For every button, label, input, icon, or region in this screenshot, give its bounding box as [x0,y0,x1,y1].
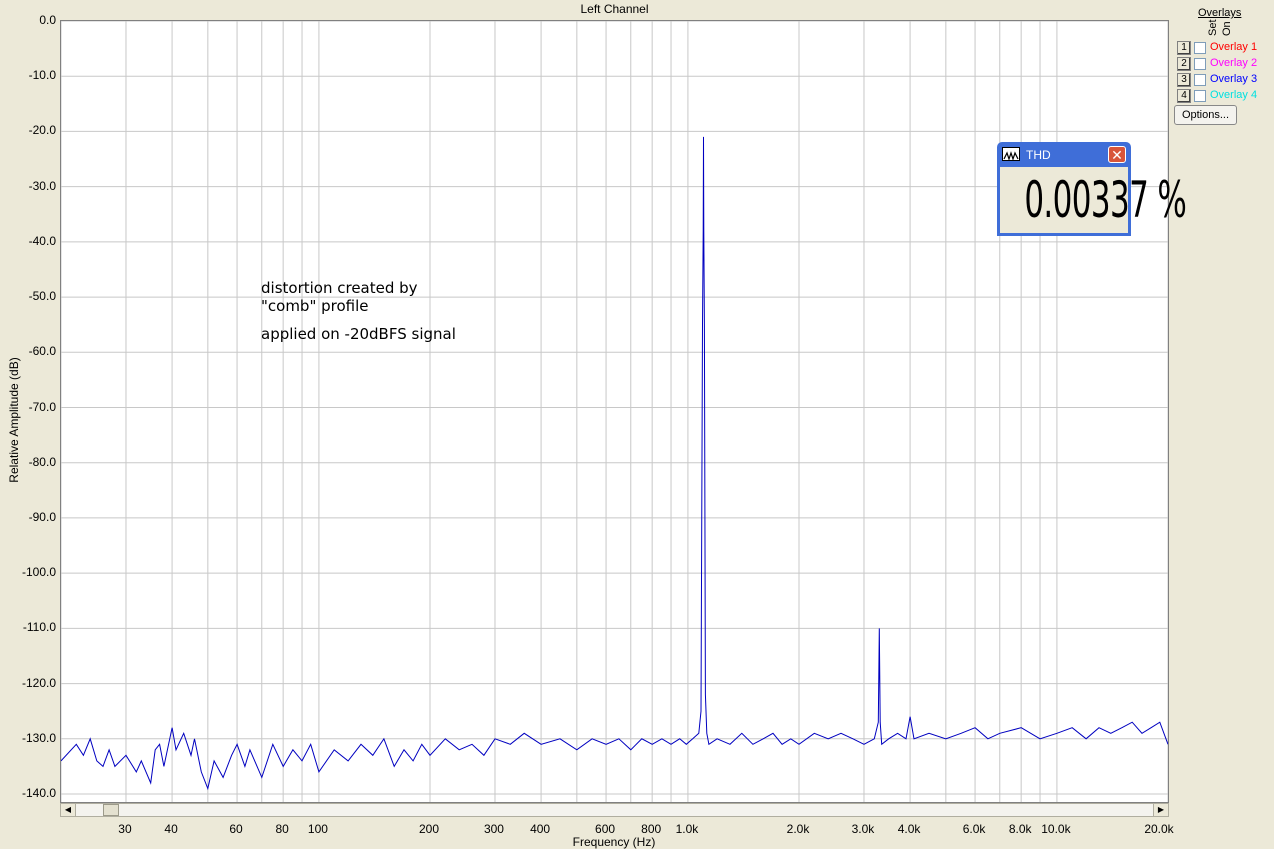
overlay-on-checkbox[interactable] [1194,90,1206,102]
chart-title: Left Channel [580,2,649,16]
y-tick-label: -130.0 [21,730,56,745]
overlay-label: Overlay 4 [1210,89,1258,101]
y-tick-label: -60.0 [28,344,56,359]
plot-area [60,20,1169,803]
scroll-left-icon[interactable]: ◀ [61,804,76,816]
x-tick-label: 2.0k [786,822,810,836]
y-tick-label: -70.0 [28,399,56,414]
y-tick-label: -120.0 [21,675,56,690]
overlay-label: Overlay 2 [1210,57,1258,69]
thd-titlebar[interactable]: THD ✕ [1000,145,1128,165]
x-tick-label: 3.0k [851,822,875,836]
y-tick-label: 0.0 [39,13,56,27]
scrollbar-thumb[interactable] [103,804,119,816]
y-tick-label: -110.0 [22,620,56,635]
set-column-label: Set [1207,19,1219,36]
thd-window[interactable]: THD ✕ 0.00337 % [997,142,1187,236]
thd-value: 0.00337 % [1024,171,1187,229]
y-tick-label: -30.0 [28,178,56,193]
scroll-right-icon[interactable]: ▶ [1153,804,1168,816]
overlay-on-checkbox[interactable] [1194,58,1206,70]
annotation-line-2: "comb" profile [261,297,369,315]
close-icon[interactable]: ✕ [1108,146,1126,163]
overlay-label: Overlay 1 [1210,41,1258,53]
overlay-on-checkbox[interactable] [1194,74,1206,86]
y-tick-label: -20.0 [28,123,56,138]
x-tick-label: 40 [164,822,178,836]
on-column-label: On [1221,21,1233,36]
x-tick-label: 600 [595,822,616,836]
y-axis-label: Relative Amplitude (dB) [7,357,21,483]
annotation-line-3: applied on -20dBFS signal [261,325,456,343]
y-tick-label: -80.0 [28,454,56,469]
x-tick-label: 4.0k [897,822,921,836]
overlay-on-checkbox[interactable] [1194,42,1206,54]
x-tick-label: 60 [229,822,243,836]
overlay-set-button[interactable]: 2 [1177,57,1191,71]
overlays-title: Overlays [1198,7,1242,19]
x-tick-label: 200 [418,822,440,836]
x-tick-label: 300 [483,822,504,836]
y-tick-label: -100.0 [21,565,56,580]
y-tick-label: -90.0 [28,509,56,524]
overlay-set-button[interactable]: 3 [1177,73,1191,87]
overlay-set-button[interactable]: 1 [1177,41,1191,55]
x-tick-label: 30 [118,822,132,836]
y-tick-label: -50.0 [28,289,56,304]
waveform-icon [1002,147,1020,161]
x-tick-label: 100 [307,822,328,836]
y-tick-label: -40.0 [28,233,56,248]
y-tick-label: -140.0 [21,786,56,800]
thd-body: 0.00337 % [1000,167,1187,233]
x-tick-label: 6.0k [962,822,986,836]
y-tick-label: -10.0 [28,68,56,83]
x-tick-label: 400 [530,822,551,836]
horizontal-scrollbar[interactable]: ◀ ▶ [60,803,1169,817]
x-tick-label: 1.0k [675,822,699,836]
annotation-line-1: distortion created by [261,279,418,297]
x-tick-label: 8.0k [1008,822,1032,836]
thd-title: THD [1026,148,1051,162]
x-tick-label: 800 [641,822,662,836]
overlay-set-button[interactable]: 4 [1177,89,1191,103]
options-button[interactable]: Options... [1174,105,1237,125]
overlay-label: Overlay 3 [1210,73,1258,85]
x-axis-label: Frequency (Hz) [572,835,656,849]
x-tick-label: 10.0k [1041,822,1071,836]
spectrum-chart [61,21,1168,802]
x-tick-label: 20.0k [1144,822,1174,836]
x-tick-label: 80 [275,822,289,836]
